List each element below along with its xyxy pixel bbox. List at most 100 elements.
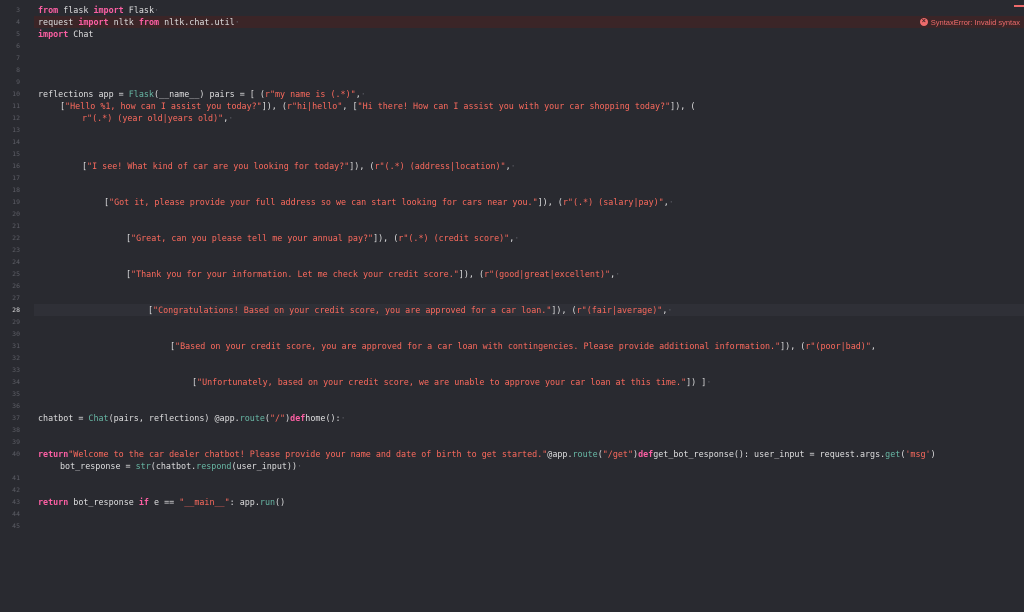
code-line[interactable]: import Chat (34, 28, 1024, 40)
line-number: 42 (12, 486, 20, 494)
code-line[interactable]: ["Great, can you please tell me your ann… (34, 232, 1024, 244)
line-number: 26 (12, 282, 20, 290)
line-number: 17 (12, 174, 20, 182)
code-token: "__main__" (179, 497, 230, 507)
code-token: "Hi there! How can I assist you with you… (357, 101, 671, 111)
line-number: 44 (12, 510, 20, 518)
whitespace-marker: · (360, 89, 366, 99)
code-line[interactable]: reflections app = Flask(__name__) pairs … (34, 88, 1024, 100)
code-token: chatbot = (38, 413, 89, 423)
code-token: def (290, 413, 306, 423)
code-line[interactable]: ["Hello %1, how can I assist you today?"… (34, 100, 1024, 112)
line-number: 33 (12, 366, 20, 374)
code-token: (user_input)) (231, 461, 298, 471)
code-line[interactable]: return bot_response if e == "__main__": … (34, 496, 1024, 508)
line-number: 34 (12, 378, 20, 386)
line-number: 16 (12, 162, 20, 170)
code-token: "Hello %1, how can I assist you today?" (65, 101, 262, 111)
code-token: "Welcome to the car dealer chatbot! Plea… (68, 449, 548, 459)
code-token: ) (930, 449, 936, 459)
whitespace-marker: · (668, 197, 674, 207)
code-token: (pairs, reflections) @app. (108, 413, 240, 423)
line-number: 27 (12, 294, 20, 302)
code-line[interactable]: ["Got it, please provide your full addre… (34, 196, 1024, 208)
code-token: @app. (547, 449, 573, 459)
code-token: r"(.*) (credit score)" (398, 233, 510, 243)
code-token: "Congratulations! Based on your credit s… (153, 305, 552, 315)
code-token: "Thank you for your information. Let me … (131, 269, 459, 279)
line-number: 24 (12, 258, 20, 266)
line-number: 15 (12, 150, 20, 158)
code-token: "/get" (602, 449, 634, 459)
code-token: "/" (269, 413, 286, 423)
code-token: r"(good|great|excellent)" (484, 269, 611, 279)
whitespace-marker: · (514, 233, 520, 243)
code-line[interactable]: request import nltk from nltk.chat.util· (34, 16, 1024, 28)
code-token: 'msg' (905, 449, 931, 459)
line-number: 35 (12, 390, 20, 398)
line-number: 21 (12, 222, 20, 230)
whitespace-marker: · (228, 113, 234, 123)
code-token: home(): (305, 413, 341, 423)
line-number: 19 (12, 198, 20, 206)
code-token: from (138, 17, 160, 27)
code-token: e == (148, 497, 180, 507)
code-line[interactable]: ["Based on your credit score, you are ap… (34, 340, 1024, 352)
whitespace-marker: · (706, 377, 712, 387)
code-token: r"(.*) (salary|pay)" (562, 197, 664, 207)
code-line[interactable]: bot_response = str(chatbot.respond(user_… (34, 460, 1024, 472)
code-token: ]), ( (551, 305, 577, 315)
line-number: 12 (12, 114, 20, 122)
code-token: Chat (88, 413, 109, 423)
code-line[interactable]: ["I see! What kind of car are you lookin… (34, 160, 1024, 172)
code-token: flask (58, 5, 94, 15)
code-line[interactable]: ["Congratulations! Based on your credit … (34, 304, 1024, 316)
code-line[interactable]: ["Unfortunately, based on your credit sc… (34, 376, 1024, 388)
code-token: ]), ( (373, 233, 399, 243)
error-marker-stripe (1014, 5, 1024, 7)
code-token: (chatbot. (150, 461, 197, 471)
code-token: () (275, 497, 286, 507)
line-number: 37 (12, 414, 20, 422)
whitespace-marker: · (667, 305, 673, 315)
code-line[interactable]: chatbot = Chat(pairs, reflections) @app.… (34, 412, 1024, 424)
whitespace-marker: · (297, 461, 303, 471)
code-token: , (870, 341, 876, 351)
line-number: 3 (16, 6, 20, 14)
code-token: import (78, 17, 109, 27)
line-number: 18 (12, 186, 20, 194)
code-token: ]), ( (537, 197, 563, 207)
code-token: import (38, 29, 69, 39)
whitespace-marker: · (340, 413, 346, 423)
whitespace-marker: · (510, 161, 516, 171)
code-token: reflections app = (38, 89, 129, 99)
code-token: r"(poor|bad)" (805, 341, 871, 351)
code-token: request (38, 17, 79, 27)
code-token: get (885, 449, 901, 459)
code-token: ]), ( (349, 161, 375, 171)
code-token: (__name__) pairs = [ ( (153, 89, 265, 99)
whitespace-marker: · (234, 17, 240, 27)
code-token: route (239, 413, 265, 423)
code-token: get_bot_response(): user_input = request… (653, 449, 886, 459)
code-line[interactable]: r"(.*) (year old|years old)",· (34, 112, 1024, 124)
code-token: r"(fair|average)" (576, 305, 663, 315)
line-number: 30 (12, 330, 20, 338)
whitespace-marker: · (154, 5, 160, 15)
code-token: r"my name is (.*)" (264, 89, 356, 99)
code-token: if (138, 497, 149, 507)
code-token: ]), ( (670, 101, 696, 111)
code-token: return (38, 497, 69, 507)
code-token: respond (196, 461, 232, 471)
code-line[interactable]: from flask import Flask· (34, 4, 1024, 16)
code-token: nltk (108, 17, 139, 27)
line-number: 32 (12, 354, 20, 362)
code-token: "Great, can you please tell me your annu… (131, 233, 374, 243)
line-number: 9 (16, 78, 20, 86)
line-number: 40 (12, 450, 20, 458)
code-line[interactable]: return"Welcome to the car dealer chatbot… (34, 448, 1024, 460)
code-token: def (638, 449, 654, 459)
code-token: : app. (229, 497, 260, 507)
code-token: from (38, 5, 59, 15)
code-line[interactable]: ["Thank you for your information. Let me… (34, 268, 1024, 280)
